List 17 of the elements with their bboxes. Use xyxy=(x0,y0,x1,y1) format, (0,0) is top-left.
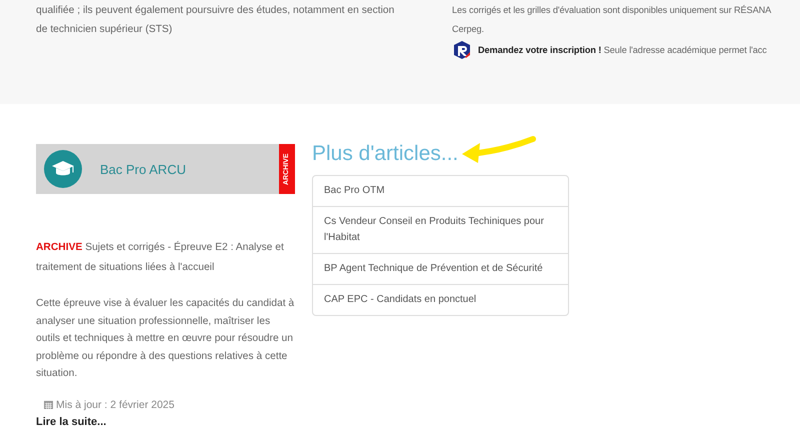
article-link[interactable]: Cs Vendeur Conseil en Produits Techiniques pour l'Habitat xyxy=(313,206,568,253)
article-title[interactable]: ARCHIVE Sujets et corrigés - Épreuve E2 : Analyse et traitement de situations liées à l'accueil xyxy=(36,238,295,278)
card-title: Bac Pro ARCU xyxy=(100,162,186,176)
intro-paragraph: qualifiée ; ils peuvent également poursuivre des études, notamment en section de technicien supérieur (STS) xyxy=(35,4,396,37)
info-text: Les corrigés et les grilles d'évaluation sont disponibles uniquement sur RÉSANA xyxy=(452,4,772,17)
article-description: Cette épreuve vise à évaluer les capacités du candidat à analyser une situation professionnelle, maîtriser les outils et techniques à mettre en œuvre pour résoudre un problème ou répondre à des questions relatives à cette situation. xyxy=(36,297,295,381)
article-link[interactable]: CAP EPC - Candidats en ponctuel xyxy=(313,284,568,315)
read-more-link[interactable]: Lire la suite... xyxy=(36,416,295,428)
article-link[interactable]: BP Agent Technique de Prévention et de Sécurité xyxy=(313,253,568,284)
article-link[interactable]: Bac Pro OTM xyxy=(313,176,568,206)
info-text: Cerpeg. xyxy=(452,23,485,36)
section-heading: Plus d'articles... xyxy=(312,141,458,167)
calendar-icon xyxy=(44,400,53,409)
update-date: Mis à jour : 2 février 2025 xyxy=(56,398,174,410)
graduation-cap-icon xyxy=(44,150,82,188)
notice-text: Demandez votre inscription ! Seule l'adresse académique permet l'acc xyxy=(478,44,767,57)
logo-icon xyxy=(452,40,472,60)
